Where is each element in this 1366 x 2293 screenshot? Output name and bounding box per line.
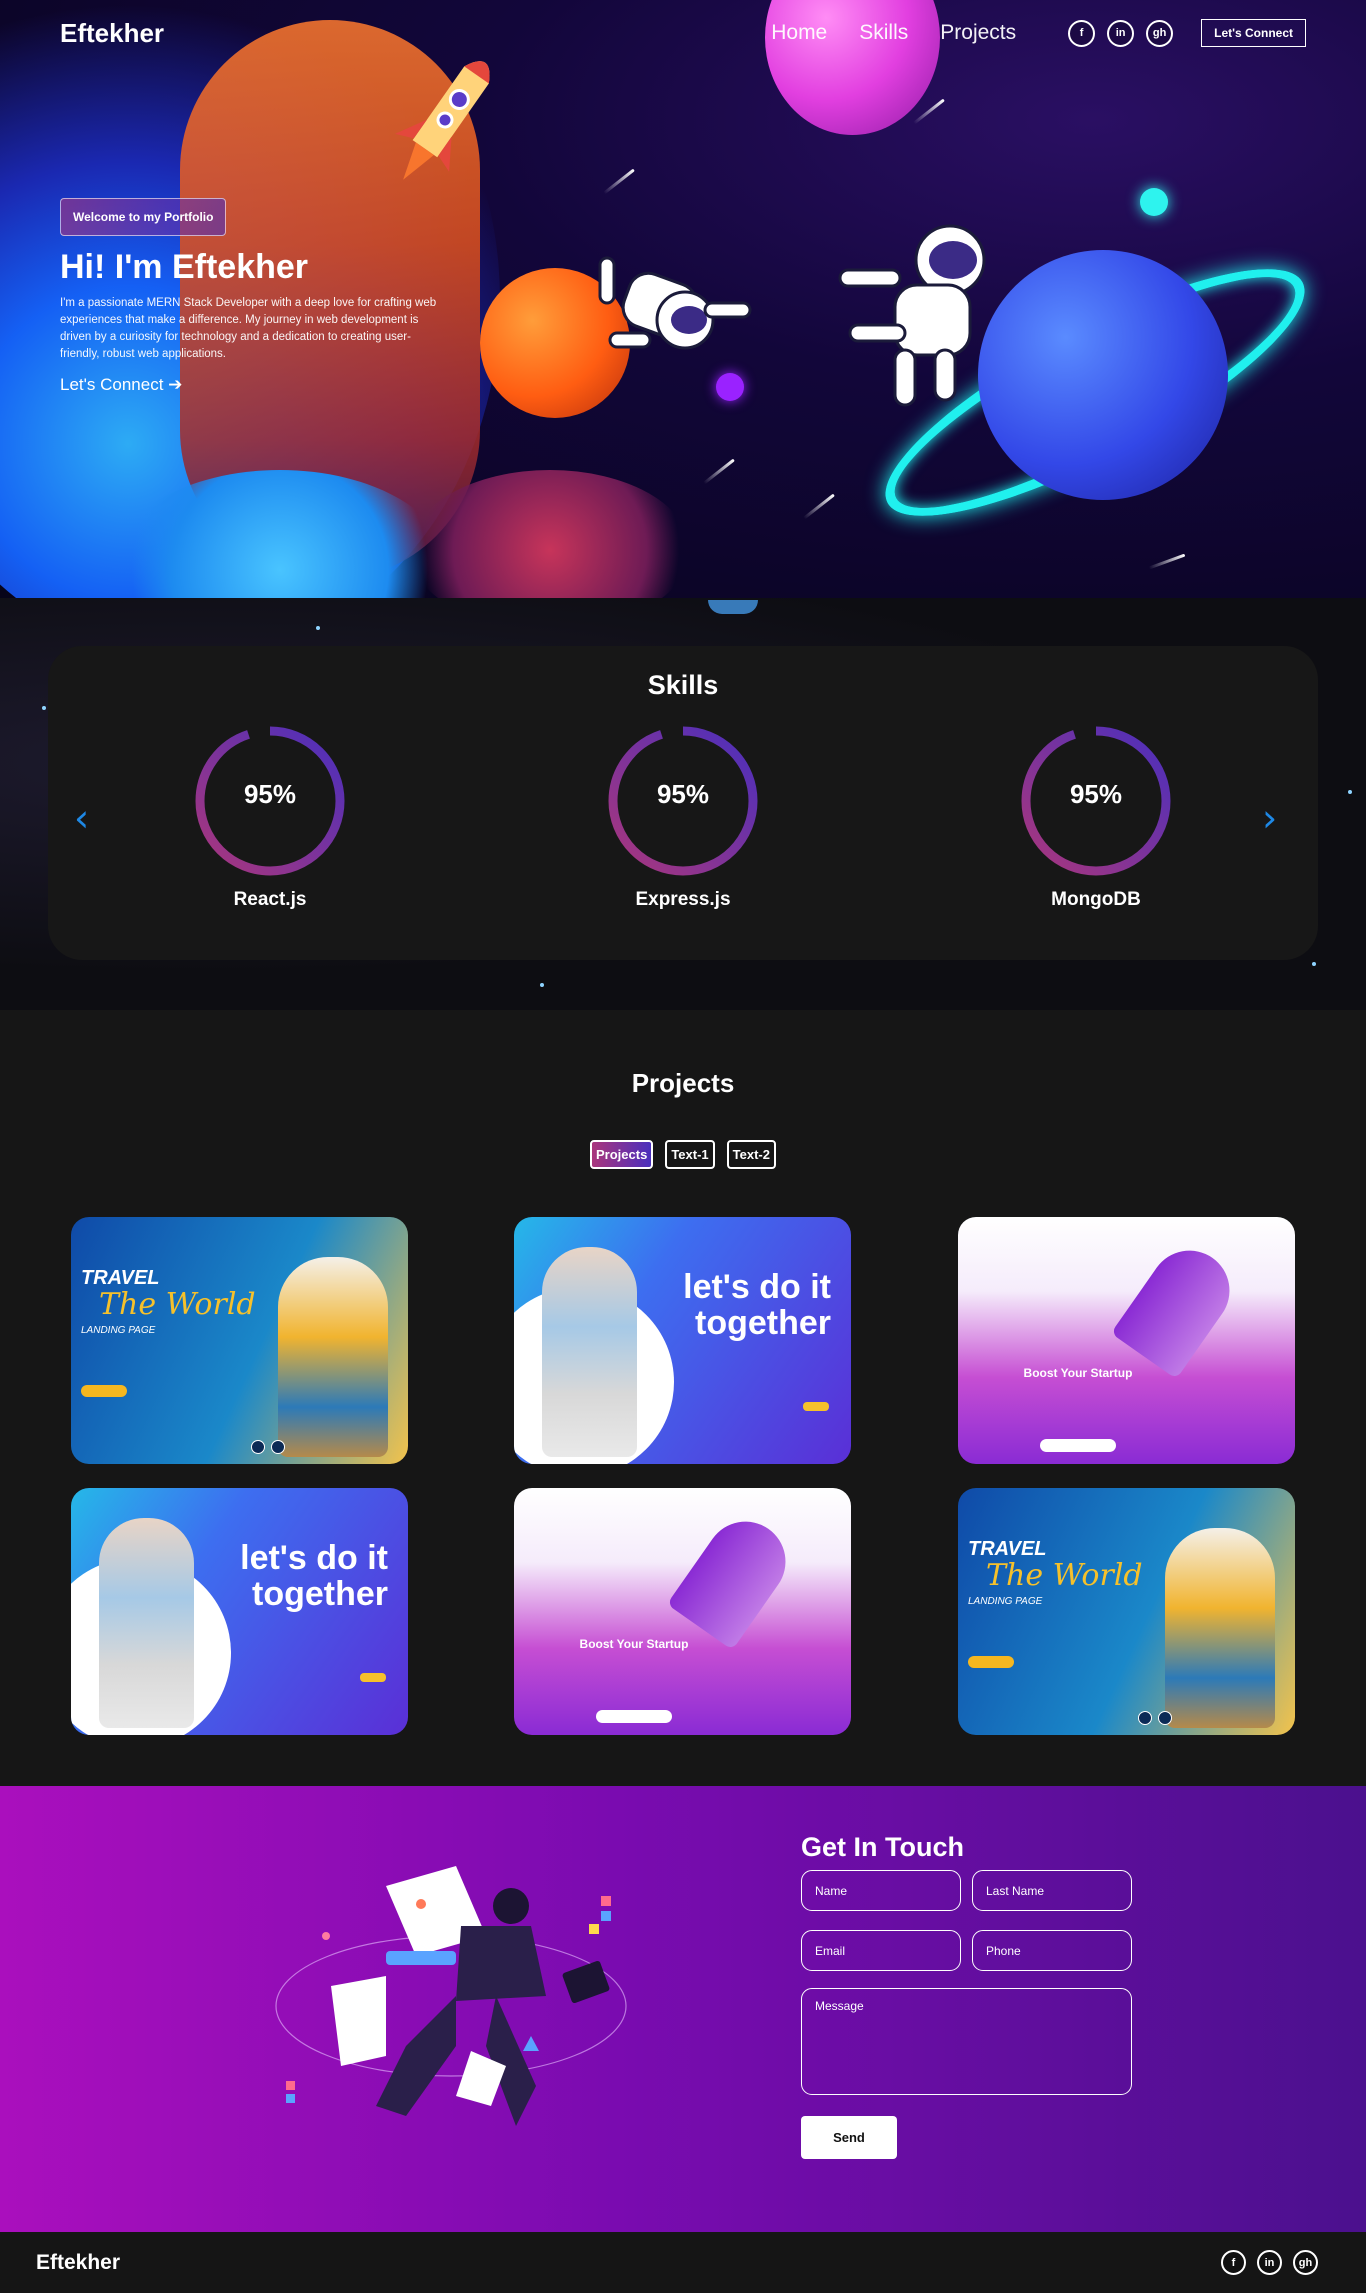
contact-title: Get In Touch <box>801 1832 964 1862</box>
skill-item: 95% Express.js <box>603 721 763 911</box>
star <box>708 600 758 614</box>
project-card-cta <box>803 1402 829 1411</box>
star <box>42 706 46 710</box>
rocket-icon <box>395 61 490 180</box>
lets-connect-button[interactable]: Let's Connect <box>1201 19 1306 47</box>
nav-link-skills[interactable]: Skills <box>859 21 908 45</box>
skill-percent: 95% <box>656 779 710 809</box>
astronaut-illustration <box>838 224 986 407</box>
project-card[interactable]: TRAVEL The World LANDING PAGE <box>71 1217 408 1464</box>
card-pager <box>1138 1711 1172 1725</box>
hero-text: Welcome to my Portfolio Hi! I'm Eftekher… <box>60 198 450 395</box>
rocket-icon <box>1110 1234 1246 1380</box>
nav-link-home[interactable]: Home <box>771 21 827 45</box>
star <box>540 983 544 987</box>
skill-name: Express.js <box>635 889 731 910</box>
email-field[interactable] <box>801 1930 961 1971</box>
glow-dot <box>1140 188 1168 216</box>
carousel-next-icon[interactable]: › <box>1262 796 1277 840</box>
facebook-icon[interactable]: f <box>1068 19 1096 47</box>
shooting-star <box>913 98 945 125</box>
projects-title: Projects <box>631 1068 735 1098</box>
project-card-heading: let's do it together <box>240 1539 388 1613</box>
skill-item: 95% React.js <box>190 721 350 911</box>
project-card-heading: The World <box>99 1287 256 1322</box>
astronaut-illustration <box>598 256 752 350</box>
skill-percent: 95% <box>243 779 297 809</box>
projects-section: Projects Projects Text-1 Text-2 TRAVEL T… <box>0 1010 1366 1786</box>
project-card-cta <box>1040 1439 1116 1452</box>
skill-item: 95% MongoDB <box>1016 721 1176 911</box>
project-card[interactable]: let's do it together <box>71 1488 408 1735</box>
send-button[interactable]: Send <box>801 2116 897 2159</box>
project-card[interactable]: Boost Your Startup <box>514 1488 851 1735</box>
hero-title: Hi! I'm Eftekher <box>60 248 309 286</box>
star <box>1312 962 1316 966</box>
nav-link-projects[interactable]: Projects <box>940 21 1016 45</box>
tab-projects[interactable]: Projects <box>590 1140 654 1169</box>
brand-logo[interactable]: Eftekher <box>60 18 164 49</box>
project-card-heading: Boost Your Startup <box>579 1637 689 1651</box>
star <box>1348 790 1352 794</box>
project-card-heading: let's do it together <box>683 1268 831 1342</box>
carousel-prev-icon[interactable]: ‹ <box>74 796 89 840</box>
skill-name: React.js <box>233 889 307 910</box>
first-name-field[interactable] <box>801 1870 961 1911</box>
shooting-star <box>803 493 835 520</box>
tagline-badge: Welcome to my Portfolio <box>60 198 227 236</box>
project-card-heading: Boost Your Startup <box>1023 1366 1133 1380</box>
skills-section: Skills ‹ › 95% React.js 95% Express.js 9… <box>0 598 1366 1010</box>
project-card[interactable]: let's do it together <box>514 1217 851 1464</box>
project-card[interactable]: Boost Your Startup <box>958 1217 1295 1464</box>
hero-description: I'm a passionate MERN Stack Developer wi… <box>60 297 437 360</box>
project-card-subtitle: LANDING PAGE <box>81 1325 156 1336</box>
contact-illustration <box>275 1866 627 2126</box>
project-card-heading: The World <box>986 1558 1143 1593</box>
rocket-icon <box>666 1505 802 1651</box>
footer: Eftekher f in gh <box>0 2232 1366 2293</box>
tab-text-2[interactable]: Text-2 <box>726 1140 776 1169</box>
skill-name: MongoDB <box>1051 889 1141 910</box>
hero-connect-link[interactable]: Let's Connect ➔ <box>60 375 182 395</box>
skills-title: Skills <box>647 670 719 700</box>
skill-percent: 95% <box>1069 779 1123 809</box>
project-card[interactable]: TRAVEL The World LANDING PAGE <box>958 1488 1295 1735</box>
project-card-cta <box>968 1656 1014 1668</box>
message-field[interactable] <box>801 1988 1132 2095</box>
footer-social-links: f in gh <box>1221 2250 1318 2275</box>
planet-blue <box>978 250 1228 500</box>
project-card-subtitle: LANDING PAGE <box>968 1596 1043 1607</box>
hero-banner: Eftekher Home Skills Projects f in gh Le… <box>0 0 1366 598</box>
card-pager <box>251 1440 285 1454</box>
footer-brand[interactable]: Eftekher <box>36 2251 120 2275</box>
github-icon[interactable]: gh <box>1293 2250 1318 2275</box>
shooting-star <box>1148 553 1186 570</box>
github-icon[interactable]: gh <box>1146 19 1174 47</box>
shooting-star <box>603 168 635 195</box>
project-image-person <box>99 1518 194 1728</box>
skills-card: Skills ‹ › 95% React.js 95% Express.js 9… <box>48 646 1318 960</box>
facebook-icon[interactable]: f <box>1221 2250 1246 2275</box>
project-image-person <box>542 1247 637 1457</box>
social-links: f in gh <box>1068 19 1174 47</box>
projects-tabs: Projects Text-1 Text-2 <box>0 1140 1366 1169</box>
project-card-cta <box>360 1673 386 1682</box>
contact-section: Get In Touch Send <box>0 1786 1366 2232</box>
linkedin-icon[interactable]: in <box>1107 19 1135 47</box>
nav-links: Home Skills Projects <box>771 21 1016 45</box>
shooting-star <box>703 458 735 485</box>
project-card-cta <box>596 1710 672 1723</box>
project-card-cta <box>81 1385 127 1397</box>
top-navbar: Eftekher Home Skills Projects f in gh Le… <box>0 0 1366 66</box>
last-name-field[interactable] <box>972 1870 1132 1911</box>
project-image-person <box>1165 1528 1275 1728</box>
phone-field[interactable] <box>972 1930 1132 1971</box>
star <box>316 626 320 630</box>
linkedin-icon[interactable]: in <box>1257 2250 1282 2275</box>
tab-text-1[interactable]: Text-1 <box>665 1140 715 1169</box>
project-image-person <box>278 1257 388 1457</box>
